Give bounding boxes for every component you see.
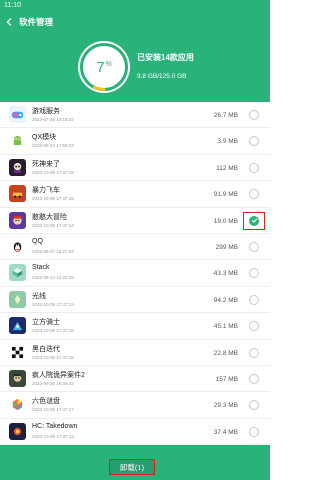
app-name: 疯人院诡异案件2 xyxy=(32,371,85,379)
app-name: 六色谜盘 xyxy=(32,398,60,406)
app-install-date: 2023-10-05 17:47:13 xyxy=(32,301,74,307)
title-bar: 软件管理 xyxy=(0,12,270,32)
app-install-date: 2023-10-05 17:47:14 xyxy=(32,222,74,228)
bottom-bar: 卸载(1) xyxy=(0,445,270,480)
app-install-date: 2023-08-07 15:27:04 xyxy=(32,248,74,254)
app-size: 29.3 MB xyxy=(213,402,238,410)
reaper-game-icon xyxy=(9,158,26,176)
app-size: 19.0 MB xyxy=(213,217,238,225)
app-size: 22.8 MB xyxy=(213,349,238,357)
app-row[interactable]: QQ 2023-08-07 15:27:04 299 MB xyxy=(0,234,270,261)
app-row[interactable]: 游戏服务 2023-07-26 13:16:32 26.7 MB xyxy=(0,102,270,129)
select-checkbox[interactable] xyxy=(249,321,259,332)
app-size: 112 MB xyxy=(216,164,238,172)
app-name: 暴力飞车 xyxy=(32,187,60,195)
status-time: 11:10 xyxy=(4,2,21,9)
status-bar: 11:10 xyxy=(0,0,270,12)
adventure-game-icon xyxy=(9,211,26,229)
app-install-date: 2023-10-05 17:47:15 xyxy=(32,196,74,202)
android-robot-icon xyxy=(9,132,26,150)
app-install-date: 2023-10-05 17:47:17 xyxy=(32,407,74,413)
app-size: 45.1 MB xyxy=(213,323,238,331)
select-checkbox[interactable] xyxy=(249,110,259,120)
app-install-date: 2023-07-26 13:16:32 xyxy=(32,117,74,122)
app-list: 游戏服务 2023-07-26 13:16:32 26.7 MB QX模块 2023-0… xyxy=(0,102,270,446)
app-name: HC: Takedown xyxy=(32,422,78,430)
takedown-game-icon xyxy=(9,422,26,440)
app-row[interactable]: HC: Takedown 2023-10-05 17:47:13 37.4 MB xyxy=(0,419,270,446)
usage-percent: 7% xyxy=(96,58,112,76)
select-checkbox[interactable] xyxy=(249,136,259,147)
back-arrow-icon xyxy=(6,18,12,26)
select-checkbox[interactable] xyxy=(249,294,259,305)
game-service-icon xyxy=(9,106,26,123)
app-name: 光线 xyxy=(32,292,46,300)
app-size: 157 MB xyxy=(215,375,238,383)
select-checkbox[interactable] xyxy=(249,268,259,279)
app-size: 37.4 MB xyxy=(213,428,238,436)
app-row[interactable]: 立方骑士 2023-10-05 17:47:18 45.1 MB xyxy=(0,313,270,340)
app-install-date: 2023-10-05 17:47:19 xyxy=(32,169,74,175)
app-install-date: 2023-10-05 17:47:18 xyxy=(32,328,74,334)
light-ray-icon xyxy=(9,290,26,308)
app-row[interactable]: 暴力飞车 2023-10-05 17:47:15 91.9 MB xyxy=(0,181,270,208)
app-row[interactable]: 黑白迭代 2023-10-05 17:47:16 22.8 MB xyxy=(0,340,270,366)
app-install-date: 2023-08-04 17:58:03 xyxy=(32,143,74,149)
select-checkbox[interactable] xyxy=(249,373,259,384)
app-row[interactable]: 疯人院诡异案件2 2023-09-26 19:29:42 157 MB xyxy=(0,366,270,393)
app-install-date: 2023-10-05 17:47:13 xyxy=(32,433,74,439)
select-checkbox[interactable] xyxy=(249,400,259,411)
stack-blocks-icon xyxy=(9,264,26,282)
app-row[interactable]: Stack 2023-09-13 14:20:29 43.3 MB xyxy=(0,260,270,287)
app-name: 黑白迭代 xyxy=(32,345,60,353)
storage-used: 9.8 GB/125.0 GB xyxy=(137,73,187,80)
app-row[interactable]: 憨憨大冒险 2023-10-05 17:47:14 19.0 MB xyxy=(0,208,270,234)
app-row[interactable]: 死神来了 2023-10-05 17:47:19 112 MB xyxy=(0,155,270,182)
app-row[interactable]: 光线 2023-10-05 17:47:13 94.2 MB xyxy=(0,287,270,314)
qq-penguin-icon xyxy=(9,237,26,255)
app-name: 游戏服务 xyxy=(32,108,60,115)
app-row[interactable]: QX模块 2023-08-04 17:58:03 3.9 MB xyxy=(0,128,270,155)
app-size: 3.9 MB xyxy=(217,138,238,146)
app-name: 立方骑士 xyxy=(32,319,60,327)
app-name: QQ xyxy=(32,237,43,245)
checker-pattern-icon xyxy=(9,343,26,361)
select-checkbox[interactable] xyxy=(249,162,259,173)
app-install-date: 2023-09-13 14:20:29 xyxy=(32,275,74,281)
app-row[interactable]: 六色谜盘 2023-10-05 17:47:17 29.3 MB xyxy=(0,392,270,419)
app-size: 299 MB xyxy=(215,243,238,251)
app-name: Stack xyxy=(32,264,50,272)
select-checkbox[interactable] xyxy=(249,189,259,200)
hexagon-puzzle-icon xyxy=(9,396,26,414)
app-install-date: 2023-09-26 19:29:42 xyxy=(32,380,74,386)
back-button[interactable] xyxy=(0,12,18,32)
cube-knight-icon xyxy=(9,317,26,335)
app-name: 憨憨大冒险 xyxy=(32,213,67,221)
uninstall-button[interactable]: 卸载(1) xyxy=(109,459,155,475)
asylum-game-icon xyxy=(9,369,26,387)
select-checkbox[interactable] xyxy=(249,426,259,437)
app-size: 94.2 MB xyxy=(213,296,238,304)
app-size: 26.7 MB xyxy=(213,112,238,119)
storage-summary: 7% 已安装14款应用 9.8 GB/125.0 GB xyxy=(0,32,270,102)
car-game-icon xyxy=(9,185,26,203)
app-size: 91.9 MB xyxy=(213,191,238,199)
app-name: QX模块 xyxy=(32,134,57,142)
installed-count: 已安装14款应用 xyxy=(137,53,194,62)
select-checkbox[interactable] xyxy=(249,347,259,358)
select-checkbox[interactable] xyxy=(249,241,259,252)
selection-highlight xyxy=(243,211,265,230)
app-name: 死神来了 xyxy=(32,160,60,168)
app-install-date: 2023-10-05 17:47:16 xyxy=(32,354,74,360)
page-title: 软件管理 xyxy=(19,17,54,27)
app-size: 43.3 MB xyxy=(213,270,238,278)
